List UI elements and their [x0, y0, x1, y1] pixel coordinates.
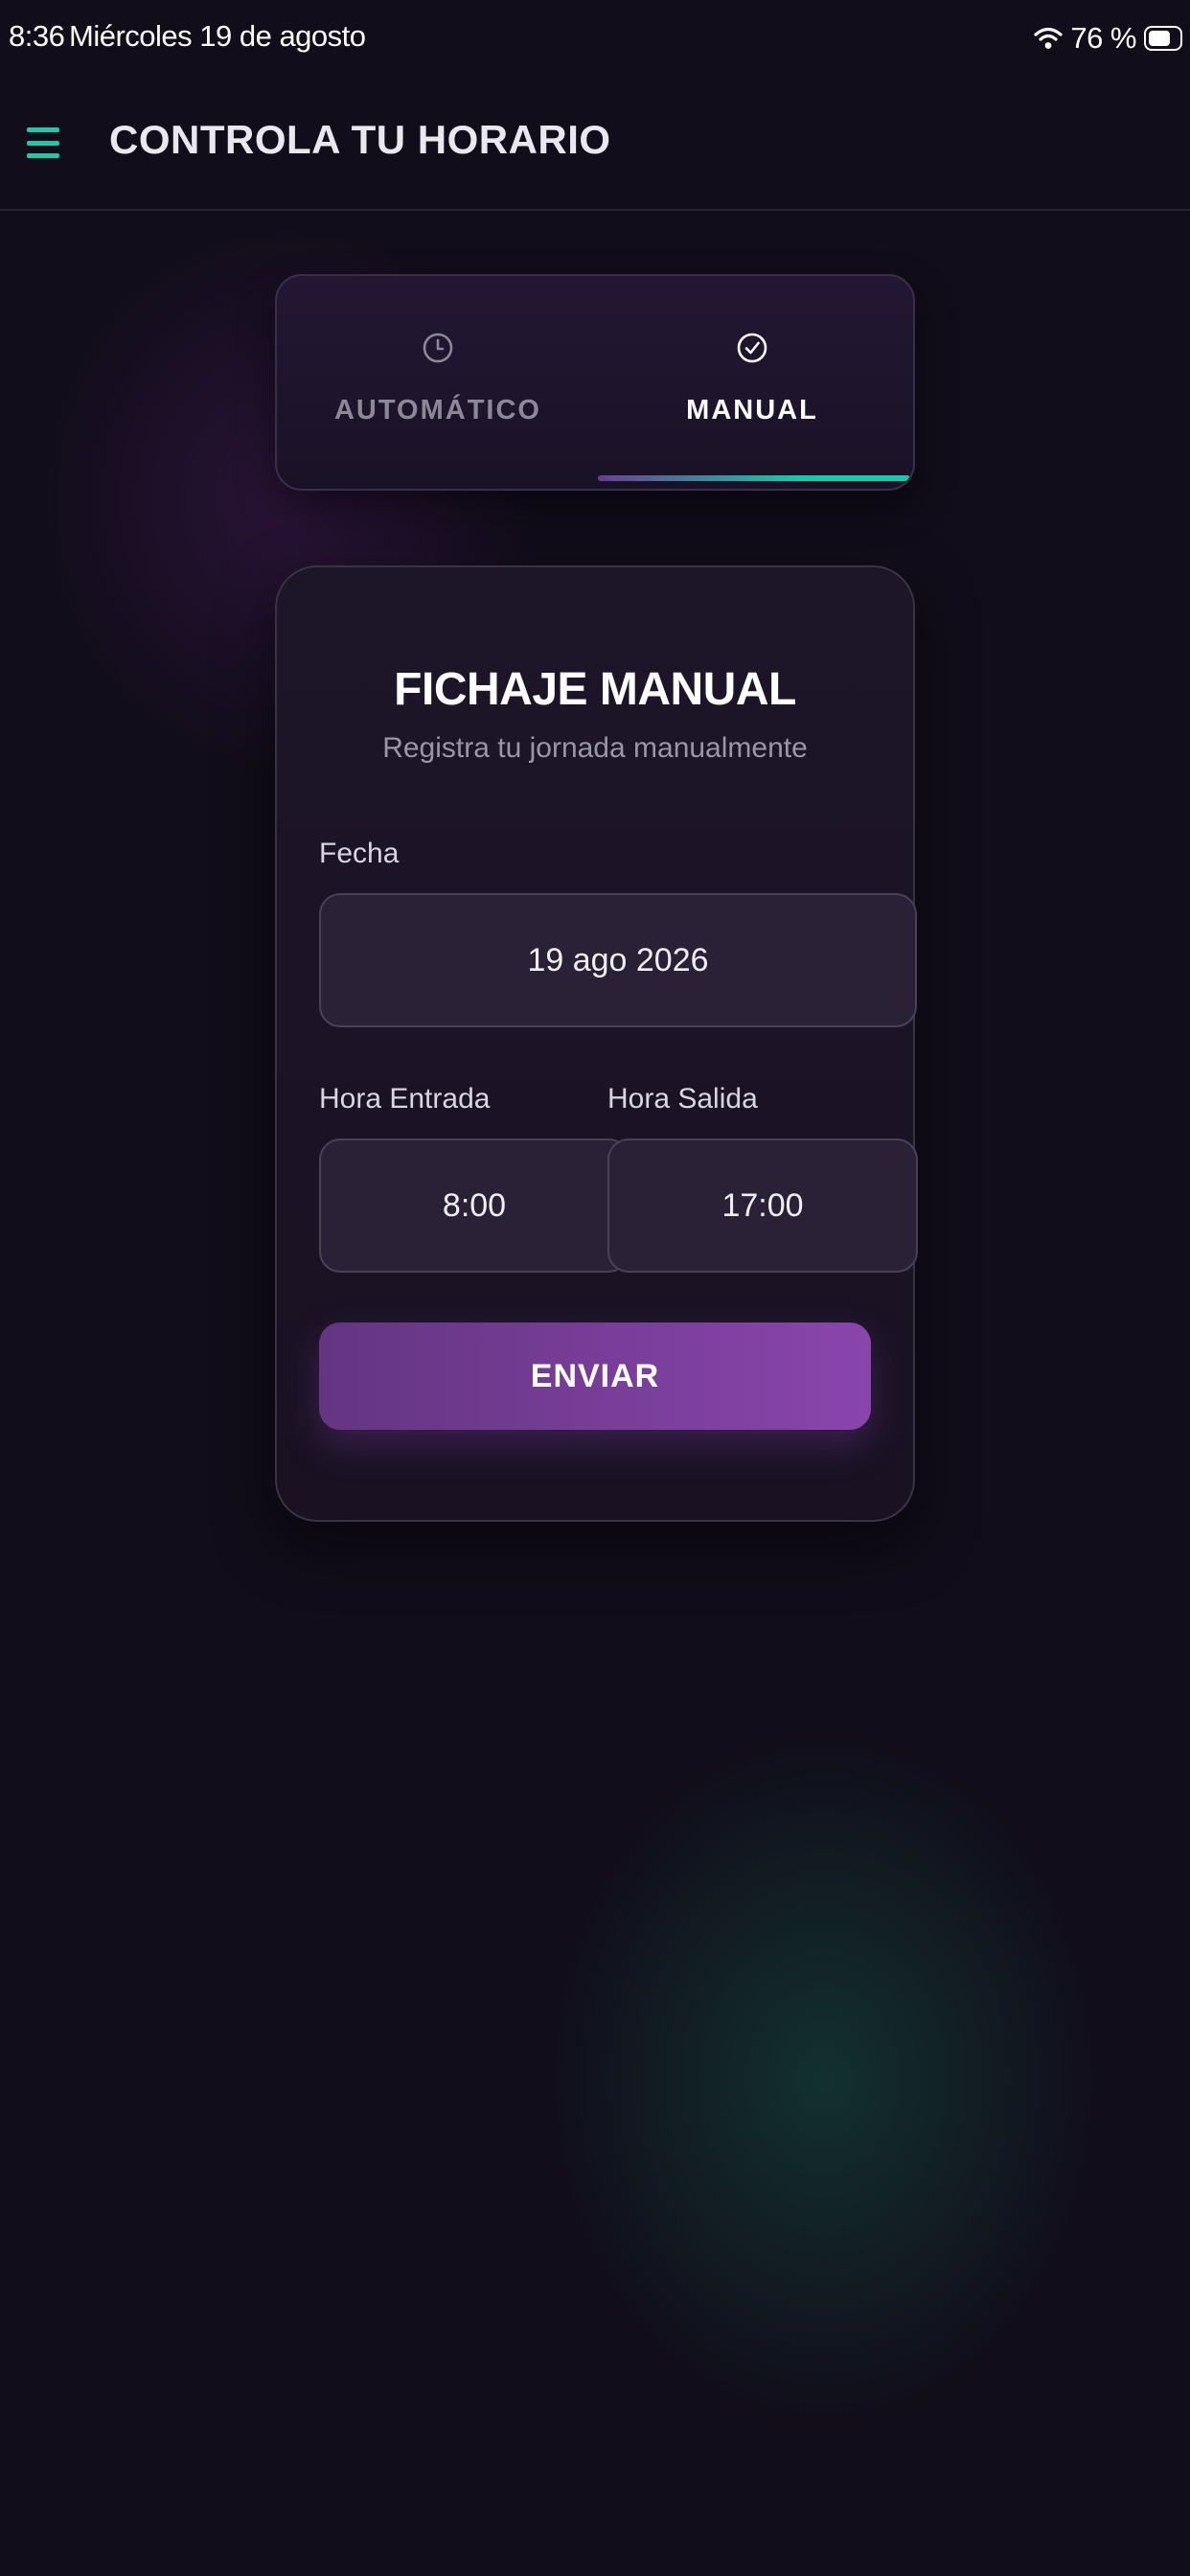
clock-icon: [422, 332, 454, 364]
app-header: CONTROLA TU HORARIO: [0, 77, 1190, 211]
entry-time-value: 8:00: [442, 1186, 507, 1224]
entry-time-field[interactable]: 8:00: [319, 1138, 629, 1273]
status-date: Miércoles 19 de agosto: [69, 19, 366, 53]
submit-button[interactable]: ENVIAR: [319, 1322, 871, 1430]
tab-manual[interactable]: MANUAL: [595, 276, 909, 489]
battery-percentage: 76 %: [1070, 21, 1136, 55]
exit-time-value: 17:00: [721, 1186, 804, 1224]
tab-automatico-label: AUTOMÁTICO: [333, 395, 541, 426]
tab-active-indicator: [598, 475, 910, 481]
tab-manual-label: MANUAL: [686, 395, 818, 426]
manual-entry-card: FICHAJE MANUAL Registra tu jornada manua…: [275, 565, 918, 1522]
mode-selector: AUTOMÁTICO MANUAL: [275, 274, 915, 491]
battery-icon: [1144, 26, 1182, 51]
form-title: FICHAJE MANUAL: [394, 664, 796, 715]
status-indicators: 76 %: [1034, 17, 1182, 59]
date-label: Fecha: [319, 838, 400, 869]
entry-time-label: Hora Entrada: [319, 1083, 491, 1115]
form-subtitle: Registra tu jornada manualmente: [382, 732, 808, 764]
status-bar: 8:36 Miércoles 19 de agosto 76 %: [0, 0, 1190, 77]
exit-time-field[interactable]: 17:00: [607, 1138, 918, 1273]
date-field[interactable]: 19 ago 2026: [319, 893, 917, 1027]
check-circle-icon: [736, 332, 768, 364]
date-value: 19 ago 2026: [527, 941, 709, 978]
wifi-icon: [1034, 26, 1063, 51]
exit-time-label: Hora Salida: [607, 1083, 758, 1115]
tab-automatico[interactable]: AUTOMÁTICO: [281, 276, 595, 489]
app-title: CONTROLA TU HORARIO: [109, 117, 611, 162]
app-screen: 8:36 Miércoles 19 de agosto 76 % CONTROL…: [0, 0, 1190, 2576]
status-time: 8:36: [9, 19, 65, 53]
hamburger-menu-icon[interactable]: [27, 127, 59, 158]
